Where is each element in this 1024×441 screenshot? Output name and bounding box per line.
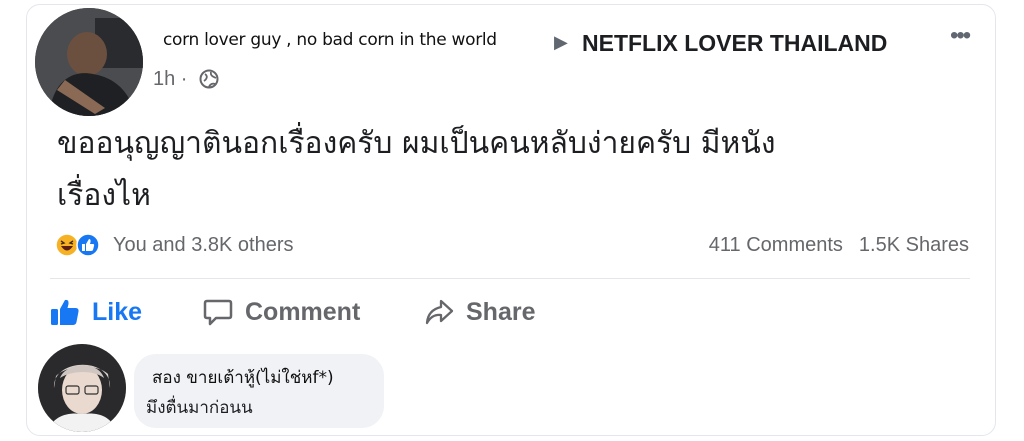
- like-button[interactable]: Like: [50, 294, 142, 330]
- commenter-name[interactable]: สอง ขายเต้าหู้(ไม่ใช่หf*): [152, 364, 334, 391]
- comment-bubble-icon: [203, 299, 233, 326]
- comment-bubble[interactable]: สอง ขายเต้าหู้(ไม่ใช่หf*) มึงตื่นมาก่อนน: [134, 354, 384, 428]
- author-avatar[interactable]: [35, 8, 143, 116]
- like-icon: [76, 233, 100, 257]
- comment-label: Comment: [245, 297, 361, 326]
- comment-text: มึงตื่นมาก่อนน: [146, 398, 253, 418]
- more-options-icon[interactable]: •••: [950, 22, 971, 50]
- share-label: Share: [466, 297, 536, 326]
- post-text-line-1: ขออนุญญาตินอกเรื่องครับ ผมเป็นคนหลับง่าย…: [57, 126, 776, 161]
- engagement-counts: 411 Comments 1.5K Shares: [709, 234, 969, 257]
- haha-icon: [55, 233, 79, 257]
- post-text: ขออนุญญาตินอกเรื่องครับ ผมเป็นคนหลับง่าย…: [57, 118, 937, 222]
- arrow-right-icon: ▶: [554, 32, 568, 52]
- share-arrow-icon: [425, 299, 454, 325]
- commenter-avatar[interactable]: [38, 344, 126, 432]
- share-button[interactable]: Share: [424, 294, 535, 330]
- thumbs-up-icon: [51, 299, 79, 325]
- comments-count[interactable]: 411 Comments: [709, 234, 843, 256]
- globe-icon: [199, 69, 219, 89]
- post-text-line-2: เรื่องไห: [57, 178, 151, 213]
- shares-count[interactable]: 1.5K Shares: [859, 234, 969, 256]
- reactors-summary[interactable]: You and 3.8K others: [113, 234, 294, 257]
- like-label: Like: [92, 297, 143, 326]
- action-divider: [50, 278, 970, 279]
- post-time[interactable]: 1h ·: [153, 68, 187, 91]
- reactions-icons[interactable]: [55, 232, 107, 258]
- comment-button[interactable]: Comment: [203, 294, 360, 330]
- author-name[interactable]: corn lover guy , no bad corn in the worl…: [163, 30, 497, 50]
- group-name[interactable]: NETFLIX LOVER THAILAND: [582, 30, 887, 57]
